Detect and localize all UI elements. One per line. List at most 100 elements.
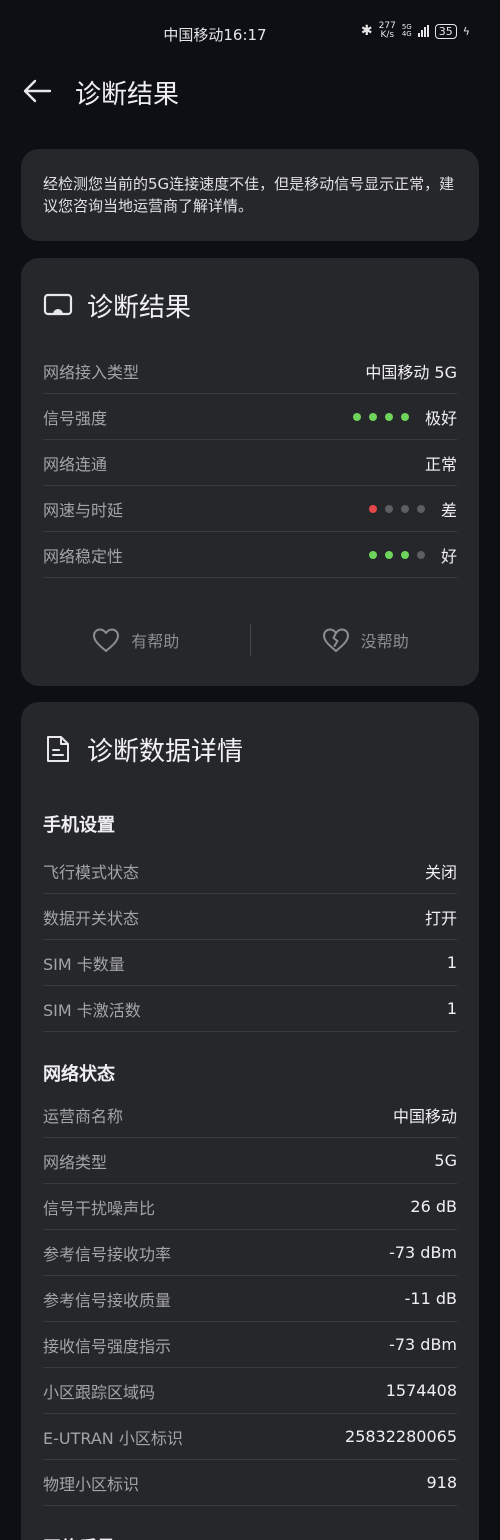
charging-icon: ϟ (462, 24, 470, 38)
detail-row-label: 数据开关状态 (43, 908, 140, 928)
diagnosis-result-card: 诊断结果 网络接入类型 中国移动 5G 信号强度 极好 网络连通 正常 网速与时… (21, 258, 479, 686)
result-row-rating: 极好 (352, 405, 457, 429)
result-row-connectivity: 网络连通 正常 (43, 440, 457, 486)
phone-settings-list: 飞行模式状态 关闭 数据开关状态 打开 SIM 卡数量 1 SIM 卡激活数 1 (43, 848, 457, 1032)
rating-dot (416, 550, 425, 559)
detail-row-label: 接收信号强度指示 (43, 1336, 172, 1356)
helpful-label: 有帮助 (131, 632, 180, 651)
detail-row: SIM 卡数量 1 (43, 940, 457, 986)
rating-dot (384, 504, 393, 513)
detail-row-value: -11 dB (404, 1289, 457, 1308)
detail-row: 信号干扰噪声比 26 dB (43, 1184, 457, 1230)
result-row-label: 网络接入类型 (43, 362, 140, 382)
section-title-network-quality: 网络质量 (43, 1506, 457, 1540)
detail-row: 参考信号接收功率 -73 dBm (43, 1230, 457, 1276)
detail-row-label: 信号干扰噪声比 (43, 1198, 156, 1218)
detail-row-value: 1 (446, 999, 457, 1018)
detail-row-value: 中国移动 (392, 1106, 457, 1126)
detail-row-label: E-UTRAN 小区标识 (43, 1428, 183, 1448)
detail-row: 参考信号接收质量 -11 dB (43, 1276, 457, 1322)
result-row-rating: 好 (368, 543, 457, 567)
signal-type-bottom: 4G (401, 30, 412, 38)
detail-row: 物理小区标识 918 (43, 1460, 457, 1506)
detail-row-label: SIM 卡数量 (43, 954, 125, 974)
detail-row-value: 关闭 (424, 862, 457, 882)
document-icon (47, 736, 69, 762)
result-card-header: 诊断结果 (43, 258, 457, 348)
not-helpful-label: 没帮助 (360, 632, 409, 651)
rating-dots (352, 412, 409, 421)
detail-row-label: 小区跟踪区域码 (43, 1382, 156, 1402)
detail-row-label: 参考信号接收功率 (43, 1244, 172, 1264)
detail-row-label: SIM 卡激活数 (43, 1000, 141, 1020)
detail-row-label: 飞行模式状态 (43, 862, 140, 882)
detail-row: 飞行模式状态 关闭 (43, 848, 457, 894)
result-row-label: 网络稳定性 (43, 546, 124, 566)
rating-dot (400, 412, 409, 421)
detail-row-value: 1 (446, 953, 457, 972)
details-card-title: 诊断数据详情 (87, 736, 244, 767)
rating-dot (352, 412, 361, 421)
rating-dot (400, 504, 409, 513)
detail-row: 运营商名称 中国移动 (43, 1092, 457, 1138)
network-speed-unit: K/s (380, 30, 395, 40)
detail-row: 网络类型 5G (43, 1138, 457, 1184)
result-row-value: 好 (440, 546, 457, 566)
result-row-value: 中国移动 5G (365, 362, 457, 382)
detail-row: E-UTRAN 小区标识 25832280065 (43, 1414, 457, 1460)
diagnosis-notice-text: 经检测您当前的5G连接速度不佳，但是移动信号显示正常，建议您咨询当地运营商了解详… (43, 175, 455, 215)
result-card-title: 诊断结果 (87, 292, 192, 323)
result-row-value: 差 (440, 500, 457, 520)
network-monitor-icon (43, 293, 73, 316)
detail-row: 小区跟踪区域码 1574408 (43, 1368, 457, 1414)
rating-dot (368, 550, 377, 559)
detail-row-label: 运营商名称 (43, 1106, 124, 1126)
result-row-speed-latency: 网速与时延 差 (43, 486, 457, 532)
section-title-phone-settings: 手机设置 (43, 815, 115, 836)
result-row-access-type: 网络接入类型 中国移动 5G (43, 348, 457, 394)
network-status-list: 运营商名称 中国移动 网络类型 5G 信号干扰噪声比 26 dB 参考信号接收功率 -7… (43, 1092, 457, 1506)
detail-row: 数据开关状态 打开 (43, 894, 457, 940)
details-card-header: 诊断数据详情 (43, 702, 457, 792)
page-title: 诊断结果 (75, 80, 180, 110)
broken-heart-icon (322, 628, 349, 652)
result-row-stability: 网络稳定性 好 (43, 532, 457, 578)
section-title-network-status: 网络状态 (43, 1064, 115, 1085)
back-arrow-icon[interactable] (22, 78, 52, 104)
detail-row-value: 25832280065 (345, 1427, 457, 1446)
detail-row-value: 5G (434, 1151, 457, 1170)
rating-dot (400, 550, 409, 559)
result-row-value: 正常 (424, 454, 457, 474)
diagnosis-details-card: 诊断数据详情 手机设置 飞行模式状态 关闭 数据开关状态 打开 SIM 卡数量 1 S… (21, 702, 479, 1540)
detail-row-label: 网络类型 (43, 1152, 108, 1172)
result-row-rating: 差 (368, 497, 457, 521)
rating-dot (384, 550, 393, 559)
result-row-label: 信号强度 (43, 408, 108, 428)
detail-row-value: -73 dBm (389, 1243, 457, 1262)
rating-dot (368, 504, 377, 513)
result-row-label: 网络连通 (43, 454, 108, 474)
app-header: 诊断结果 (0, 70, 500, 114)
detail-row-label: 参考信号接收质量 (43, 1290, 172, 1310)
detail-row-value: 打开 (424, 908, 457, 928)
heart-icon (93, 628, 120, 652)
signal-type: 5G 4G (402, 24, 412, 38)
rating-dot (368, 412, 377, 421)
status-bar: 中国移动16:17 ✱ 277 K/s 5G 4G 35 ϟ (0, 0, 500, 68)
rating-dots (368, 550, 425, 559)
detail-row-value: 918 (426, 1473, 457, 1492)
bluetooth-icon: ✱ (360, 23, 373, 39)
not-helpful-button[interactable]: 没帮助 (251, 626, 480, 654)
rating-dot (416, 504, 425, 513)
detail-row-value: 26 dB (410, 1197, 457, 1216)
detail-row: 接收信号强度指示 -73 dBm (43, 1322, 457, 1368)
diagnosis-notice-card: 经检测您当前的5G连接速度不佳，但是移动信号显示正常，建议您咨询当地运营商了解详… (21, 149, 479, 241)
detail-row-value: 1574408 (385, 1381, 457, 1400)
helpful-button[interactable]: 有帮助 (21, 626, 250, 654)
result-row-signal-strength: 信号强度 极好 (43, 394, 457, 440)
detail-row: SIM 卡激活数 1 (43, 986, 457, 1032)
feedback-bar: 有帮助 没帮助 (21, 610, 479, 670)
signal-bars-icon (417, 25, 429, 37)
detail-row-label: 物理小区标识 (43, 1474, 140, 1494)
result-row-value: 极好 (424, 408, 457, 428)
